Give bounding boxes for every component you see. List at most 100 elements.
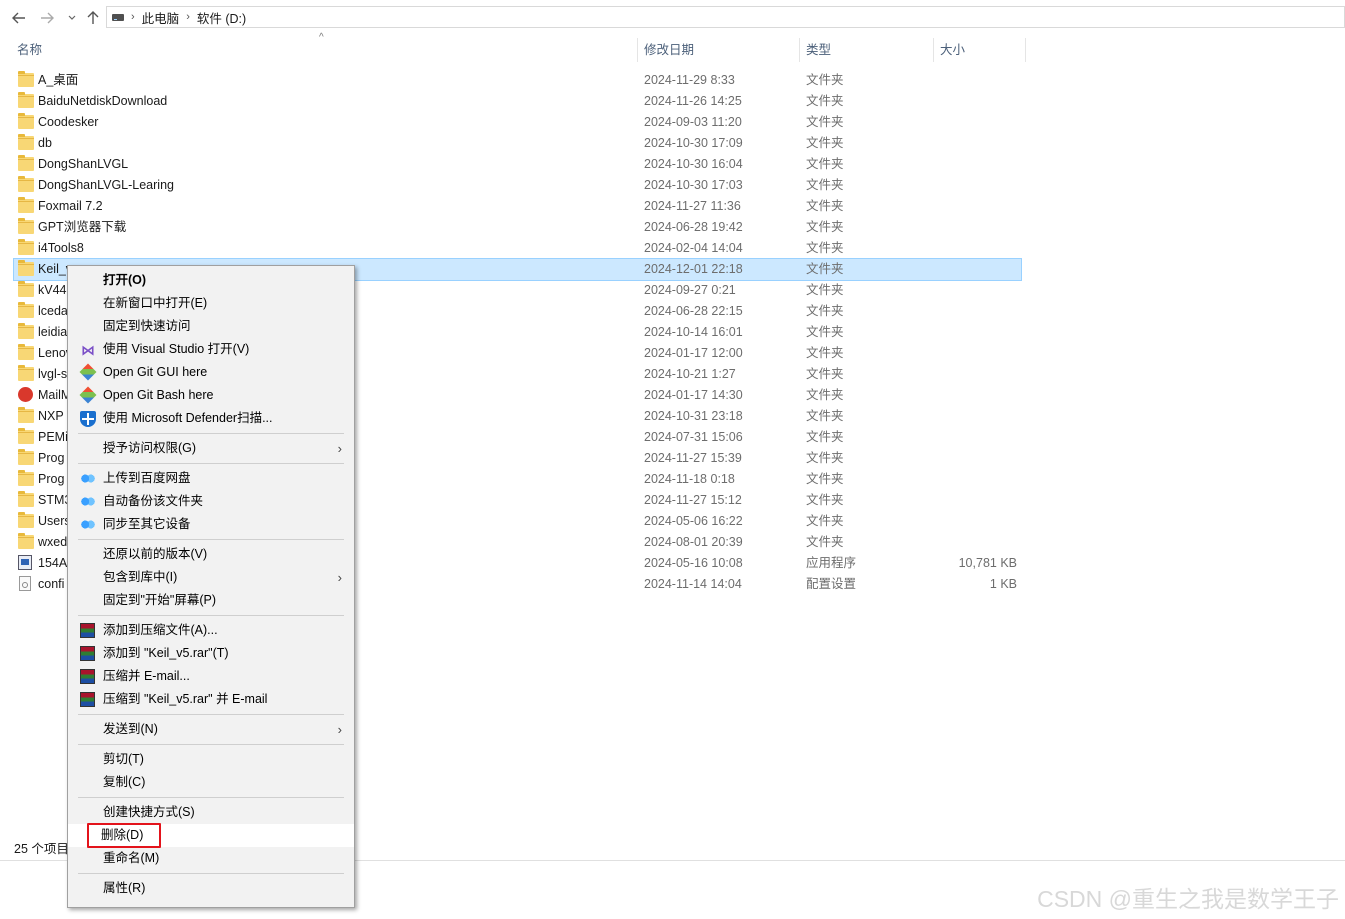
menu-item-25[interactable]: 剪切(T) — [70, 748, 352, 771]
back-arrow-icon[interactable] — [10, 9, 28, 27]
folder-icon — [18, 281, 34, 297]
file-row[interactable]: DongShanLVGL 2024-10-30 16:04 文件夹 — [14, 154, 1021, 175]
file-date: 2024-07-31 15:06 — [644, 430, 743, 444]
menu-separator — [78, 463, 344, 464]
file-row[interactable]: Foxmail 7.2 2024-11-27 11:36 文件夹 — [14, 196, 1021, 217]
visual-studio-icon: ⋈ — [81, 342, 95, 358]
breadcrumb-separator[interactable]: › — [131, 11, 135, 23]
folder-icon — [18, 491, 34, 507]
chevron-down-icon[interactable] — [63, 9, 81, 27]
menu-item-18[interactable]: 添加到压缩文件(A)... — [70, 619, 352, 642]
file-row[interactable]: db 2024-10-30 17:09 文件夹 — [14, 133, 1021, 154]
menu-item-label: 在新窗口中打开(E) — [103, 296, 208, 310]
menu-item-12[interactable]: 同步至其它设备 — [70, 513, 352, 536]
menu-item-2[interactable]: 固定到快速访问 — [70, 315, 352, 338]
file-row[interactable]: Coodesker 2024-09-03 11:20 文件夹 — [14, 112, 1021, 133]
menu-item-20[interactable]: 压缩并 E-mail... — [70, 665, 352, 688]
git-icon — [79, 363, 97, 381]
menu-item-0[interactable]: 打开(O) — [70, 269, 352, 292]
file-name: DongShanLVGL — [38, 157, 129, 171]
file-row[interactable]: DongShanLVGL-Learing 2024-10-30 17:03 文件夹 — [14, 175, 1021, 196]
menu-item-8[interactable]: 授予访问权限(G) › — [70, 437, 352, 460]
file-row[interactable]: A_桌面 2024-11-29 8:33 文件夹 — [14, 70, 1021, 91]
menu-item-label: 压缩并 E-mail... — [103, 669, 190, 683]
file-date: 2024-11-29 8:33 — [644, 73, 735, 87]
file-row[interactable]: GPT浏览器下载 2024-06-28 19:42 文件夹 — [14, 217, 1021, 238]
file-date: 2024-01-17 12:00 — [644, 346, 743, 360]
column-divider[interactable] — [933, 38, 934, 62]
menu-item-28[interactable]: 创建快捷方式(S) — [70, 801, 352, 824]
file-date: 2024-11-27 15:39 — [644, 451, 742, 465]
file-name: leidia — [38, 325, 68, 339]
menu-item-label: 复制(C) — [103, 775, 146, 789]
menu-item-label: 上传到百度网盘 — [103, 471, 191, 485]
breadcrumb-separator[interactable]: › — [186, 11, 190, 23]
menu-item-6[interactable]: 使用 Microsoft Defender扫描... — [70, 407, 352, 430]
menu-item-14[interactable]: 还原以前的版本(V) — [70, 543, 352, 566]
folder-icon — [18, 449, 34, 465]
folder-icon — [18, 113, 34, 129]
winrar-icon — [80, 623, 95, 638]
forward-arrow-icon[interactable] — [38, 9, 56, 27]
file-type: 文件夹 — [806, 157, 844, 171]
file-name: Coodesker — [38, 115, 99, 129]
column-divider[interactable] — [637, 38, 638, 62]
file-date: 2024-12-01 22:18 — [644, 262, 743, 276]
folder-icon — [18, 260, 34, 276]
file-type: 文件夹 — [806, 451, 844, 465]
file-type: 文件夹 — [806, 94, 844, 108]
menu-item-label: 添加到压缩文件(A)... — [103, 623, 218, 637]
column-divider[interactable] — [1025, 38, 1026, 62]
menu-item-16[interactable]: 固定到"开始"屏幕(P) — [70, 589, 352, 612]
column-size[interactable]: 大小 — [940, 38, 965, 62]
context-menu: 打开(O) 在新窗口中打开(E) 固定到快速访问 ⋈ 使用 Visual Studio … — [67, 265, 355, 908]
menu-item-label: 剪切(T) — [103, 752, 144, 766]
watermark: CSDN @重生之我是数学王子 — [1037, 886, 1339, 912]
menu-item-30[interactable]: 重命名(M) — [70, 847, 352, 870]
breadcrumb-drive-d[interactable]: 软件 (D:) — [197, 8, 246, 27]
breadcrumb-this-pc[interactable]: 此电脑 — [142, 8, 180, 27]
winrar-icon — [80, 669, 95, 684]
file-date: 2024-02-04 14:04 — [644, 241, 743, 255]
file-name: db — [38, 136, 52, 150]
menu-item-label: Open Git Bash here — [103, 388, 214, 402]
menu-item-26[interactable]: 复制(C) — [70, 771, 352, 794]
menu-item-label: 使用 Visual Studio 打开(V) — [103, 342, 250, 356]
menu-item-5[interactable]: Open Git Bash here — [70, 384, 352, 407]
menu-item-11[interactable]: 自动备份该文件夹 — [70, 490, 352, 513]
baidu-icon — [81, 519, 95, 530]
column-date[interactable]: 修改日期 — [644, 38, 694, 62]
baidu-icon — [81, 496, 95, 507]
menu-item-label: 授予访问权限(G) — [103, 441, 197, 455]
menu-item-3[interactable]: ⋈ 使用 Visual Studio 打开(V) — [70, 338, 352, 361]
menu-item-1[interactable]: 在新窗口中打开(E) — [70, 292, 352, 315]
address-box[interactable]: › 此电脑 › 软件 (D:) — [106, 6, 1345, 28]
file-type: 文件夹 — [806, 493, 844, 507]
menu-item-4[interactable]: Open Git GUI here — [70, 361, 352, 384]
file-type: 文件夹 — [806, 178, 844, 192]
menu-item-label: 压缩到 "Keil_v5.rar" 并 E-mail — [103, 692, 268, 706]
menu-item-23[interactable]: 发送到(N) › — [70, 718, 352, 741]
menu-item-19[interactable]: 添加到 "Keil_v5.rar"(T) — [70, 642, 352, 665]
file-row[interactable]: i4Tools8 2024-02-04 14:04 文件夹 — [14, 238, 1021, 259]
menu-item-10[interactable]: 上传到百度网盘 — [70, 467, 352, 490]
menu-item-32[interactable]: 属性(R) — [70, 877, 352, 900]
defender-icon — [80, 411, 96, 427]
git-icon — [79, 386, 97, 404]
menu-item-21[interactable]: 压缩到 "Keil_v5.rar" 并 E-mail — [70, 688, 352, 711]
menu-item-label: 自动备份该文件夹 — [103, 494, 204, 508]
up-arrow-icon[interactable] — [84, 9, 102, 27]
file-name: Prog — [38, 472, 65, 486]
app-icon — [18, 555, 32, 570]
column-name[interactable]: 名称 — [17, 38, 42, 62]
file-name: PEMi — [38, 430, 68, 444]
column-type[interactable]: 类型 — [806, 38, 831, 62]
file-type: 文件夹 — [806, 199, 844, 213]
file-name: NXP — [38, 409, 64, 423]
file-date: 2024-10-30 17:09 — [644, 136, 743, 150]
menu-item-label: 发送到(N) — [103, 722, 158, 736]
file-type: 文件夹 — [806, 136, 844, 150]
menu-item-15[interactable]: 包含到库中(I) › — [70, 566, 352, 589]
file-row[interactable]: BaiduNetdiskDownload 2024-11-26 14:25 文件夹 — [14, 91, 1021, 112]
column-divider[interactable] — [799, 38, 800, 62]
